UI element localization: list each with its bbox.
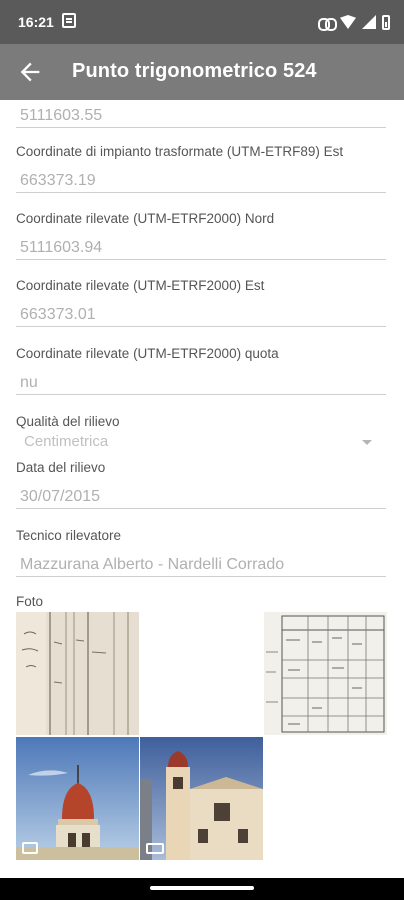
- field-quota-rilevate: Coordinate rilevate (UTM-ETRF2000) quota…: [16, 346, 386, 395]
- status-time: 16:21: [18, 14, 54, 30]
- field-est-rilevate: Coordinate rilevate (UTM-ETRF2000) Est 6…: [16, 278, 386, 327]
- field-nord-rilevate: Coordinate rilevate (UTM-ETRF2000) Nord …: [16, 211, 386, 260]
- est-trasformate-value: 663373.19: [16, 169, 386, 193]
- battery-icon: [382, 14, 390, 30]
- quota-rilevate-label: Coordinate rilevate (UTM-ETRF2000) quota: [16, 346, 279, 361]
- nord-rilevate-label: Coordinate rilevate (UTM-ETRF2000) Nord: [16, 211, 275, 226]
- photo-blank[interactable]: [140, 612, 263, 735]
- qualita-label: Qualità del rilievo: [16, 414, 120, 429]
- field-qualita: Qualità del rilievo Centimetrica: [16, 414, 386, 453]
- tecnico-label: Tecnico rilevatore: [16, 528, 122, 543]
- est-rilevate-value: 663373.01: [16, 303, 386, 327]
- est-trasformate-label: Coordinate di impianto trasformate (UTM-…: [16, 144, 344, 159]
- qualita-value: Centimetrica: [24, 433, 109, 450]
- status-bar: 16:21: [0, 0, 404, 44]
- field-data: Data del rilievo 30/07/2015: [16, 460, 386, 509]
- notification-icon: [62, 13, 76, 28]
- photo-handwritten-register[interactable]: [16, 612, 139, 735]
- panorama-icon: [146, 843, 164, 854]
- est-rilevate-label: Coordinate rilevate (UTM-ETRF2000) Est: [16, 278, 265, 293]
- nord-rilevate-value: 5111603.94: [16, 236, 386, 260]
- photo-bell-tower-dome[interactable]: [16, 737, 139, 860]
- photo-survey-table[interactable]: [264, 612, 387, 735]
- detail-content[interactable]: 5111603.55 Coordinate di impianto trasfo…: [0, 100, 404, 878]
- field-est-trasformate: Coordinate di impianto trasformate (UTM-…: [16, 144, 386, 193]
- app-bar: Punto trigonometrico 524: [0, 44, 404, 100]
- tecnico-value: Mazzurana Alberto - Nardelli Corrado: [16, 553, 386, 577]
- field-foto: Foto: [16, 594, 386, 609]
- wifi-icon: [340, 15, 356, 29]
- status-icons: [318, 12, 390, 32]
- data-label: Data del rilievo: [16, 460, 106, 475]
- dropdown-arrow-icon: [362, 440, 372, 445]
- nord-trasformate-value: 5111603.55: [16, 104, 386, 128]
- signal-icon: [362, 15, 376, 29]
- back-arrow-icon[interactable]: [16, 58, 44, 86]
- link-icon: [318, 17, 337, 31]
- home-indicator[interactable]: [150, 886, 254, 890]
- navigation-bar: [0, 878, 404, 900]
- data-value: 30/07/2015: [16, 485, 386, 509]
- photo-grid: [16, 612, 387, 862]
- page-title: Punto trigonometrico 524: [72, 60, 317, 82]
- field-nord-trasformate: 5111603.55: [16, 104, 386, 128]
- photo-church-tower-building[interactable]: [140, 737, 263, 860]
- image-icon: [22, 842, 38, 854]
- foto-label: Foto: [16, 594, 44, 609]
- quota-rilevate-value: nu: [16, 371, 386, 395]
- field-tecnico: Tecnico rilevatore Mazzurana Alberto - N…: [16, 528, 386, 577]
- qualita-select[interactable]: Centimetrica: [16, 431, 386, 453]
